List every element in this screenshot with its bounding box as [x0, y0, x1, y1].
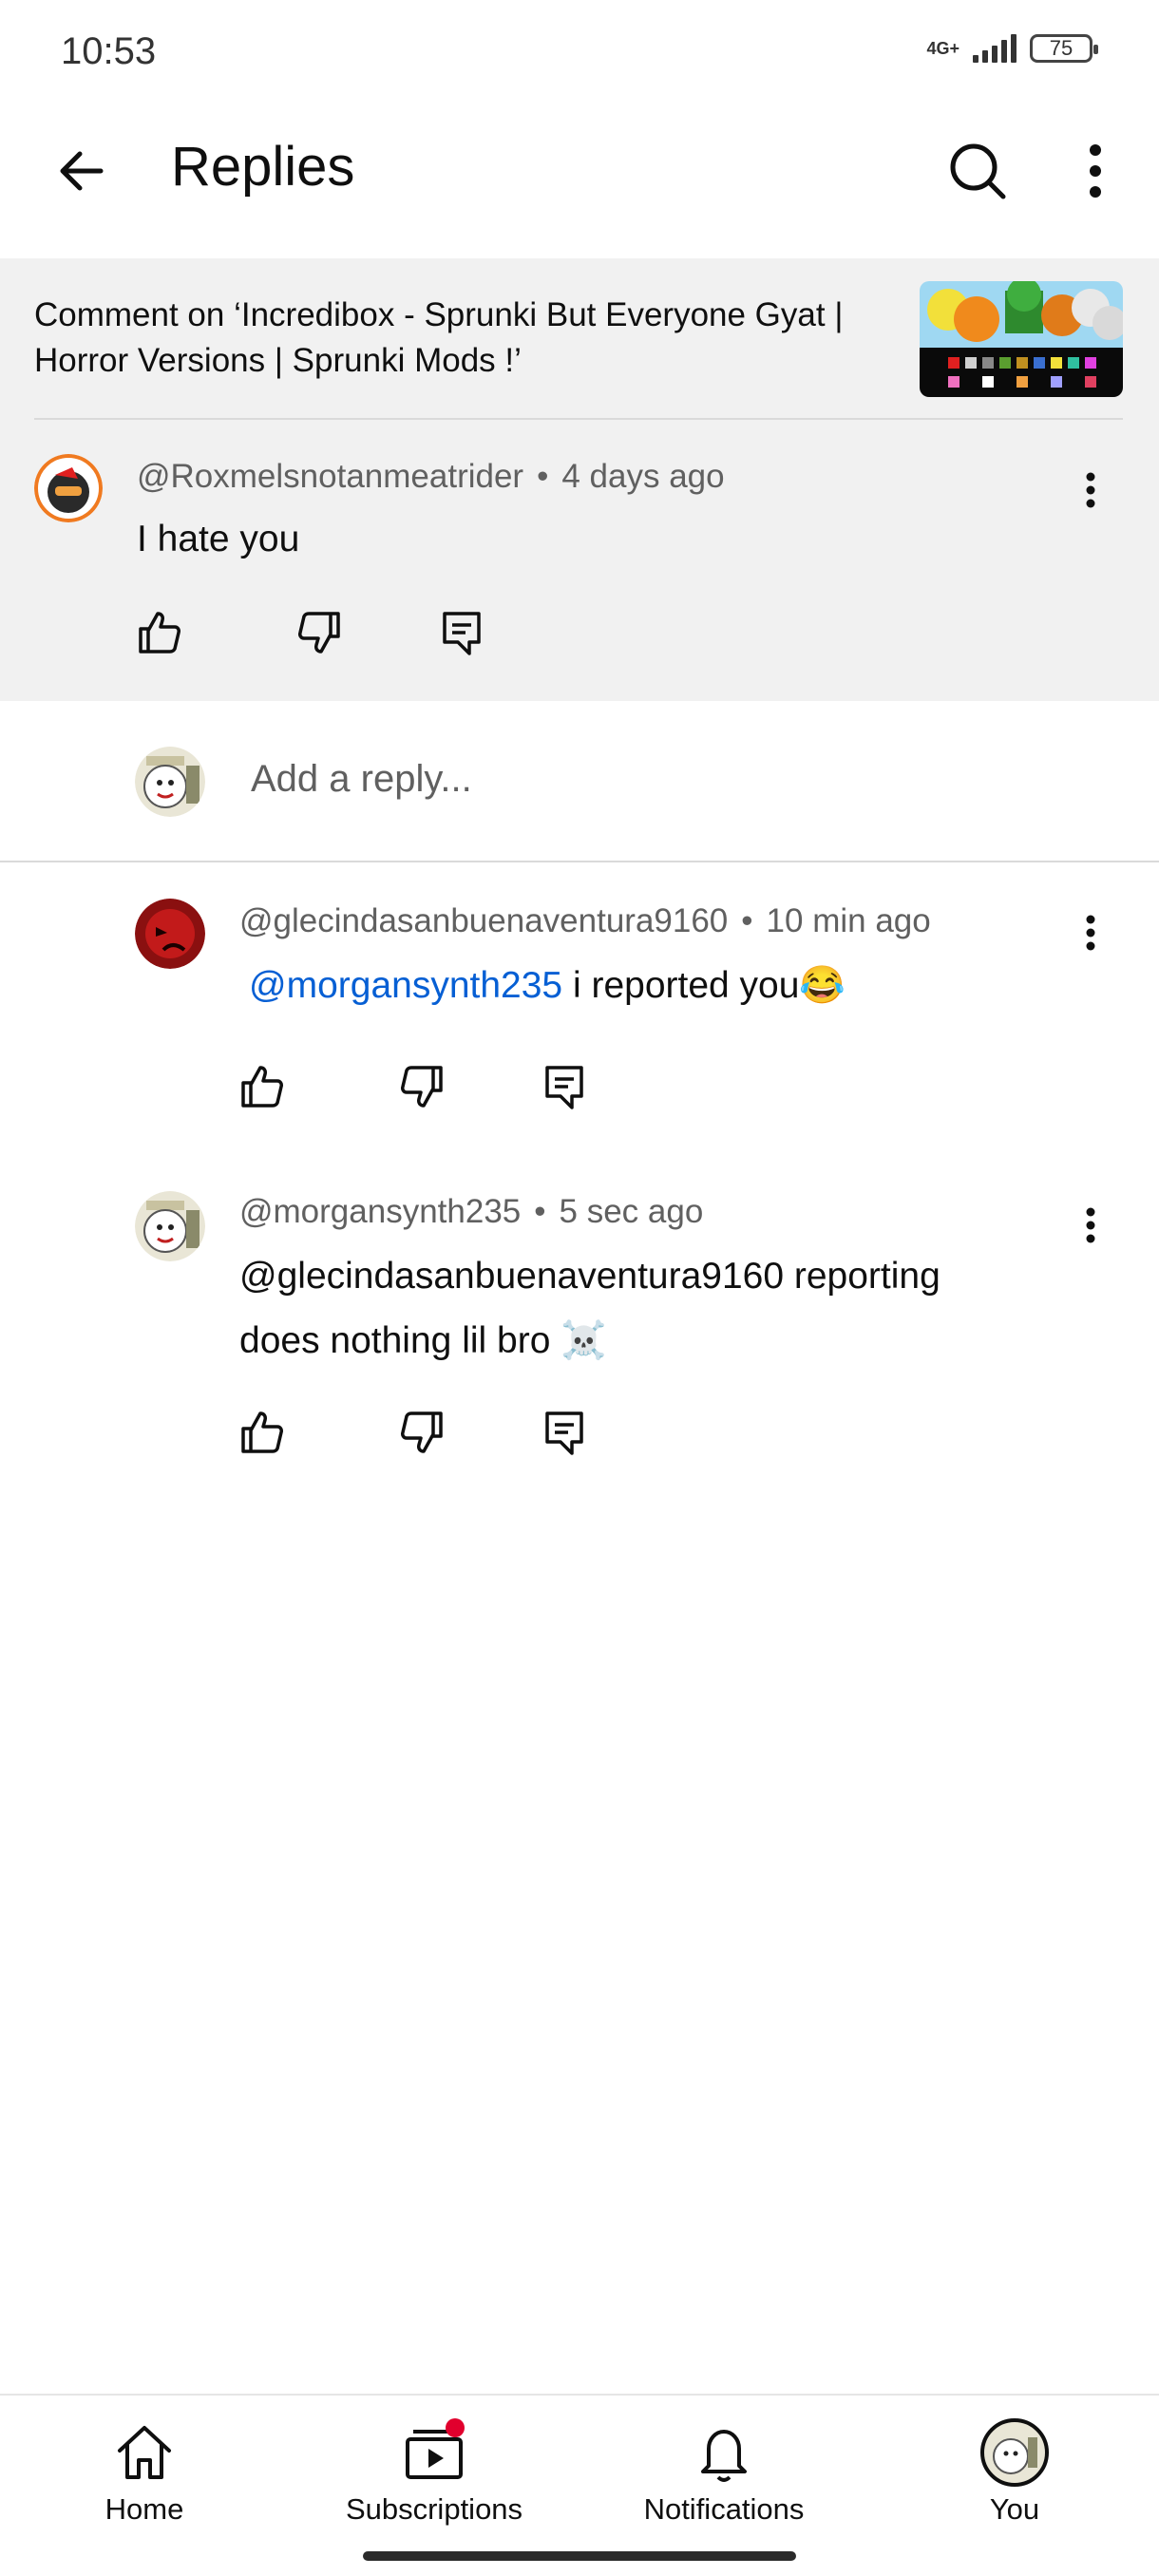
thumbs-down-icon — [401, 1066, 443, 1108]
thumbs-up-icon — [241, 1066, 283, 1108]
comment-author[interactable]: @Roxmelsnotanmeatrider — [137, 458, 523, 495]
avatar[interactable] — [135, 899, 205, 969]
more-vert-icon — [1086, 472, 1095, 508]
home-indicator[interactable] — [363, 2551, 796, 2561]
nav-subscriptions[interactable]: Subscriptions — [330, 2418, 539, 2527]
nav-subscriptions-label: Subscriptions — [345, 2492, 523, 2526]
nav-you[interactable]: You — [910, 2418, 1119, 2527]
my-avatar — [135, 747, 205, 817]
arrow-left-icon — [60, 151, 104, 191]
reply-meta: @morgansynth235 • 5 sec ago — [239, 1193, 704, 1230]
page-title: Replies — [171, 136, 355, 198]
thumbs-up-icon — [139, 612, 180, 653]
subscriptions-icon — [406, 2418, 465, 2479]
comment-icon — [545, 1411, 583, 1455]
divider — [34, 418, 1123, 420]
battery-icon: 75 — [1030, 34, 1098, 63]
reply-text-line2: does nothing lil bro ☠️ — [239, 1320, 607, 1361]
like-button[interactable] — [133, 606, 186, 659]
reply-text-line1: @glecindasanbuenaventura9160 reporting — [239, 1256, 940, 1297]
divider — [0, 861, 1159, 862]
comment-time: 4 days ago — [561, 458, 725, 495]
reply-options-button[interactable] — [1072, 904, 1110, 961]
video-thumbnail[interactable] — [920, 281, 1123, 397]
profile-avatar-icon — [980, 2418, 1049, 2487]
avatar[interactable] — [135, 1191, 205, 1261]
avatar[interactable] — [34, 454, 103, 522]
comment-options-button[interactable] — [1072, 462, 1110, 519]
thumbs-down-icon — [401, 1411, 443, 1453]
reply-button[interactable] — [538, 1406, 591, 1459]
nav-notifications[interactable]: Notifications — [619, 2418, 828, 2527]
mention-link[interactable]: @morgansynth235 — [249, 965, 562, 1006]
home-icon — [118, 2426, 171, 2479]
comment-icon — [545, 1066, 583, 1109]
reply-author[interactable]: @morgansynth235 — [239, 1193, 521, 1230]
like-button[interactable] — [236, 1060, 289, 1113]
reply-input[interactable]: Add a reply... — [251, 758, 472, 801]
status-icons: 4G+ 75 — [926, 34, 1098, 63]
video-caption[interactable]: Comment on ‘Incredibox - Sprunki But Eve… — [34, 293, 908, 384]
more-vert-icon — [1090, 144, 1101, 198]
bell-icon — [701, 2430, 747, 2482]
more-vert-icon — [1086, 915, 1095, 951]
thumbs-down-icon — [298, 612, 340, 653]
bottom-nav: Home Subscriptions Notifications You — [0, 2394, 1159, 2576]
dislike-button[interactable] — [395, 1060, 448, 1113]
reply-meta: @glecindasanbuenaventura9160 • 10 min ago — [239, 902, 931, 939]
nav-notifications-label: Notifications — [643, 2492, 805, 2526]
more-vert-icon — [1086, 1207, 1095, 1243]
reply-options-button[interactable] — [1072, 1197, 1110, 1254]
network-type: 4G+ — [926, 39, 960, 58]
thumbs-up-icon — [241, 1411, 283, 1453]
dislike-button[interactable] — [395, 1406, 448, 1459]
reply-text-body: i reported you😂 — [562, 965, 846, 1006]
comment-icon — [443, 612, 481, 655]
back-button[interactable] — [42, 133, 118, 209]
like-button[interactable] — [236, 1406, 289, 1459]
reply-button[interactable] — [435, 606, 488, 659]
more-options-button[interactable] — [1064, 133, 1121, 209]
reply-author[interactable]: @glecindasanbuenaventura9160 — [239, 902, 728, 939]
reply-text: @morgansynth235 i reported you😂 — [249, 954, 846, 1018]
dislike-button[interactable] — [293, 606, 346, 659]
reply-button[interactable] — [538, 1060, 591, 1113]
comment-text: I hate you — [137, 519, 300, 559]
search-icon — [950, 143, 1006, 199]
reply-time: 10 min ago — [766, 902, 931, 939]
status-time: 10:53 — [61, 30, 157, 72]
signal-icon — [973, 34, 1016, 63]
reply-time: 5 sec ago — [559, 1193, 704, 1230]
comment-meta: @Roxmelsnotanmeatrider • 4 days ago — [137, 458, 725, 495]
nav-home[interactable]: Home — [40, 2418, 249, 2527]
nav-you-label: You — [989, 2492, 1040, 2526]
nav-home-label: Home — [104, 2492, 184, 2526]
search-button[interactable] — [940, 133, 1016, 209]
